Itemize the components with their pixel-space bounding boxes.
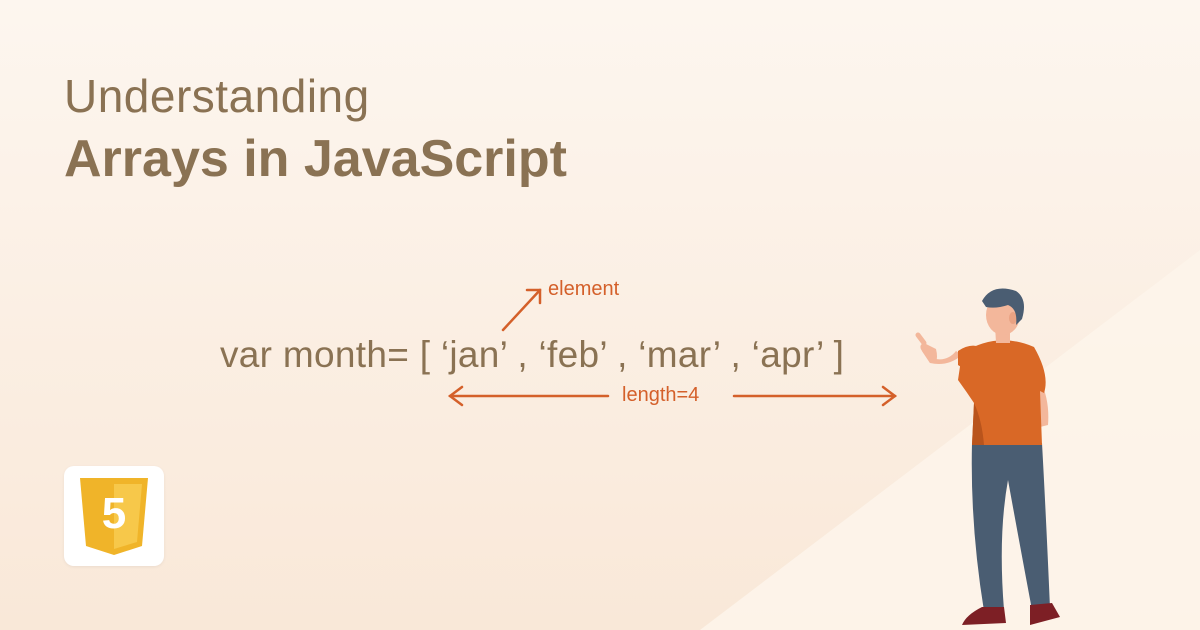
element-label: element [548, 278, 620, 300]
shield-icon: 5 [80, 478, 148, 555]
length-label: length=4 [622, 384, 700, 406]
logo-glyph: 5 [102, 489, 126, 538]
page-title: Understanding Arrays in JavaScript [64, 70, 567, 190]
title-line-1: Understanding [64, 70, 370, 122]
array-code-snippet: var month= [ ‘jan’ , ‘feb’ , ‘mar’ , ‘ap… [220, 334, 845, 375]
title-line-2: Arrays in JavaScript [64, 130, 567, 188]
html5-logo: 5 [64, 466, 164, 566]
pointing-person-illustration [915, 288, 1060, 625]
